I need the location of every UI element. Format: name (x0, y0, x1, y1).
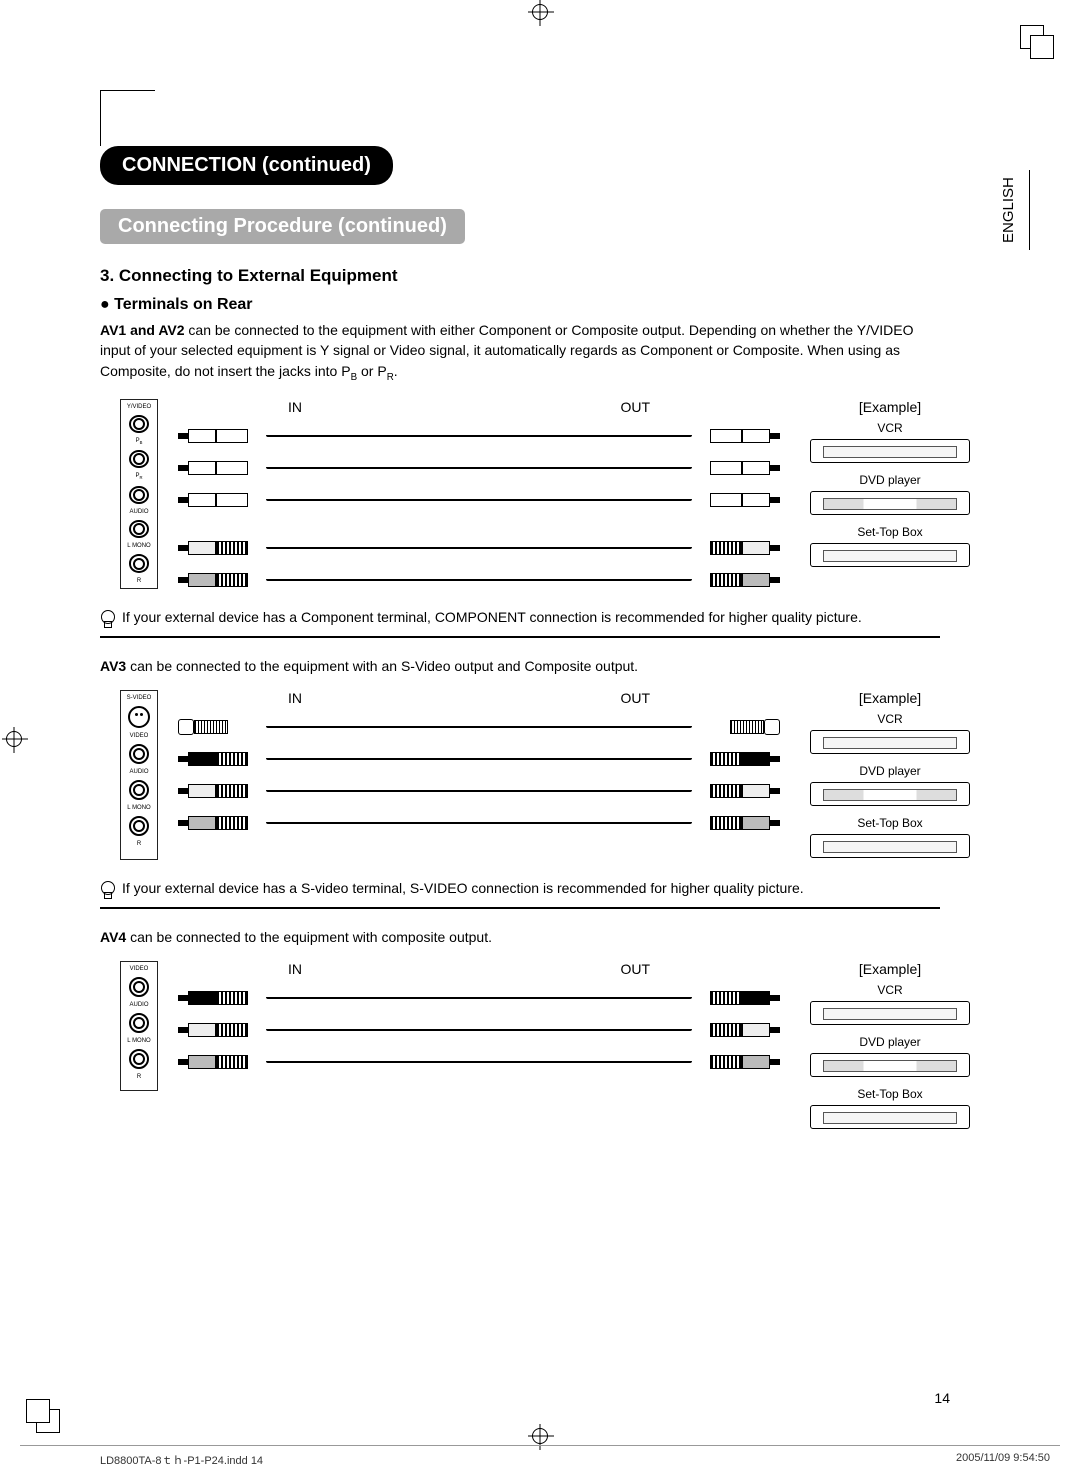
out-label: OUT (620, 690, 650, 706)
out-label: OUT (620, 399, 650, 415)
section-subtitle: Connecting Procedure (continued) (100, 209, 465, 244)
registration-mark (532, 4, 548, 20)
settopbox-icon (810, 834, 970, 858)
registration-mark (532, 1428, 548, 1444)
page-number: 14 (934, 1390, 950, 1406)
dvd-icon (810, 1053, 970, 1077)
crop-corner (1020, 25, 1055, 60)
terminal-block-av4: VIDEO AUDIO L MONO R (120, 961, 158, 1091)
in-label: IN (288, 961, 302, 977)
av4-diagram: VIDEO AUDIO L MONO R IN OUT [Example] VCR… (120, 961, 980, 1139)
example-column: [Example] VCR DVD player Set-Top Box (800, 961, 980, 1139)
chapter-title: CONNECTION (continued) (100, 146, 393, 185)
av12-diagram: Y/VIDEO PB PR AUDIO L MONO R IN OUT [Exam… (120, 399, 980, 597)
language-tab: ENGLISH (1000, 170, 1030, 250)
av3-description: AV3 can be connected to the equipment wi… (100, 656, 940, 676)
subsection-heading: ● Terminals on Rear (100, 296, 980, 314)
in-label: IN (288, 690, 302, 706)
av3-diagram: S-VIDEO VIDEO AUDIO L MONO R IN OUT [Exam… (120, 690, 980, 868)
dvd-icon (810, 491, 970, 515)
av4-description: AV4 can be connected to the equipment wi… (100, 927, 940, 947)
settopbox-icon (810, 1105, 970, 1129)
source-file: LD8800TA-8ｔｈ-P1-P24.indd 14 (100, 1452, 263, 1468)
crop-mark (100, 91, 980, 146)
divider (100, 907, 940, 909)
in-label: IN (288, 399, 302, 415)
tip-av12: If your external device has a Component … (100, 609, 980, 628)
tip-av3: If your external device has a S-video te… (100, 880, 980, 899)
footer: LD8800TA-8ｔｈ-P1-P24.indd 14 2005/11/09 9… (100, 1452, 1050, 1468)
timestamp: 2005/11/09 9:54:50 (956, 1452, 1050, 1468)
out-label: OUT (620, 961, 650, 977)
terminal-block-av12: Y/VIDEO PB PR AUDIO L MONO R (120, 399, 158, 589)
av12-description: AV1 and AV2 can be connected to the equi… (100, 320, 940, 385)
dvd-icon (810, 782, 970, 806)
lightbulb-icon (100, 881, 114, 899)
crop-corner (25, 1398, 60, 1433)
section-heading: 3. Connecting to External Equipment (100, 266, 980, 286)
settopbox-icon (810, 543, 970, 567)
footer-divider (20, 1445, 1060, 1446)
lightbulb-icon (100, 610, 114, 628)
vcr-icon (810, 730, 970, 754)
terminal-block-av3: S-VIDEO VIDEO AUDIO L MONO R (120, 690, 158, 860)
vcr-icon (810, 439, 970, 463)
divider (100, 636, 940, 638)
example-column: [Example] VCR DVD player Set-Top Box (800, 690, 980, 868)
vcr-icon (810, 1001, 970, 1025)
registration-mark (6, 731, 22, 747)
example-column: [Example] VCR DVD player Set-Top Box (800, 399, 980, 577)
